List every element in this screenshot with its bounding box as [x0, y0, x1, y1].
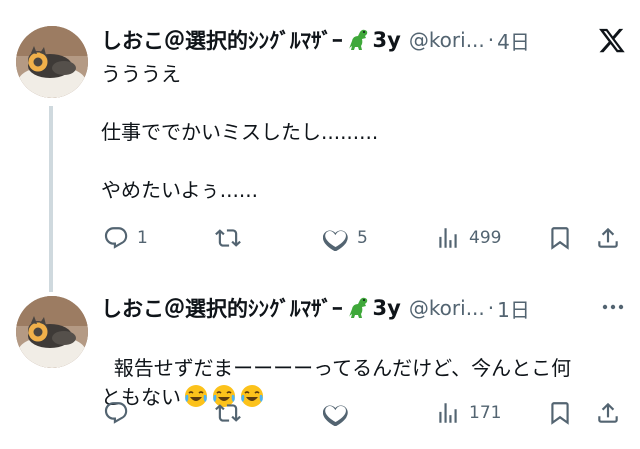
tweet-header: しおこ＠選択的ｼﾝｸﾞﾙﾏｻﾞｰ 3y @kori... · 4日 — [101, 22, 626, 58]
bookmark-button[interactable] — [547, 225, 573, 251]
reply-count: 1 — [137, 228, 148, 248]
more-options-icon[interactable] — [600, 296, 626, 322]
display-name[interactable]: しおこ＠選択的ｼﾝｸﾞﾙﾏｻﾞｰ — [101, 293, 343, 323]
name-suffix: 3y — [372, 28, 401, 52]
heart-icon — [323, 405, 348, 426]
bookmark-icon — [551, 227, 569, 250]
share-icon — [598, 227, 618, 248]
bookmark-button[interactable] — [547, 400, 573, 426]
retweet-button[interactable] — [215, 400, 249, 426]
share-icon — [598, 402, 618, 423]
dinosaur-emoji — [345, 27, 371, 53]
heart-icon — [323, 230, 348, 251]
user-handle[interactable]: @kori... — [409, 28, 485, 52]
tweet-header: しおこ＠選択的ｼﾝｸﾞﾙﾏｻﾞｰ 3y @kori... · 1日 — [101, 290, 626, 326]
views-button[interactable]: 499 — [435, 225, 501, 251]
x-logo-icon[interactable] — [598, 26, 626, 58]
retweet-icon — [215, 404, 241, 422]
display-name[interactable]: しおこ＠選択的ｼﾝｸﾞﾙﾏｻﾞｰ — [101, 25, 343, 55]
bookmark-icon — [551, 402, 569, 425]
views-button[interactable]: 171 — [435, 400, 501, 426]
retweet-icon — [215, 229, 241, 247]
separator-dot: · — [487, 296, 495, 320]
like-count: 5 — [357, 228, 368, 248]
view-count: 499 — [469, 228, 502, 248]
timestamp[interactable]: 1日 — [497, 294, 530, 323]
reply-icon — [104, 227, 128, 249]
tweet-actions: 1 5 499 — [101, 225, 626, 257]
like-button[interactable]: 5 — [323, 225, 368, 251]
tweet[interactable]: しおこ＠選択的ｼﾝｸﾞﾙﾏｻﾞｰ 3y @kori... · 4日 うううえ 仕… — [0, 0, 640, 280]
dinosaur-emoji — [345, 295, 371, 321]
name-suffix: 3y — [372, 296, 401, 320]
separator-dot: · — [487, 28, 495, 52]
retweet-button[interactable] — [215, 225, 249, 251]
like-button[interactable] — [323, 400, 357, 426]
view-count: 171 — [469, 403, 502, 423]
avatar[interactable] — [16, 296, 88, 368]
reply-icon — [104, 402, 128, 424]
share-button[interactable] — [595, 400, 621, 426]
analytics-icon — [439, 403, 457, 423]
analytics-icon — [439, 228, 457, 248]
timestamp[interactable]: 4日 — [497, 26, 530, 55]
reply-button[interactable] — [103, 400, 137, 426]
avatar[interactable] — [16, 26, 88, 98]
tweet-actions: 171 — [101, 400, 626, 432]
tweet-text: うううえ 仕事ででかいミスしたし......... やめたいよぅ...... — [101, 62, 379, 202]
tweet-text-container: 報告せずだまーーーーってるんだけど、今んとこ何 ともない — [101, 325, 620, 412]
user-handle[interactable]: @kori... — [409, 296, 485, 320]
reply-button[interactable]: 1 — [103, 225, 148, 251]
share-button[interactable] — [595, 225, 621, 251]
